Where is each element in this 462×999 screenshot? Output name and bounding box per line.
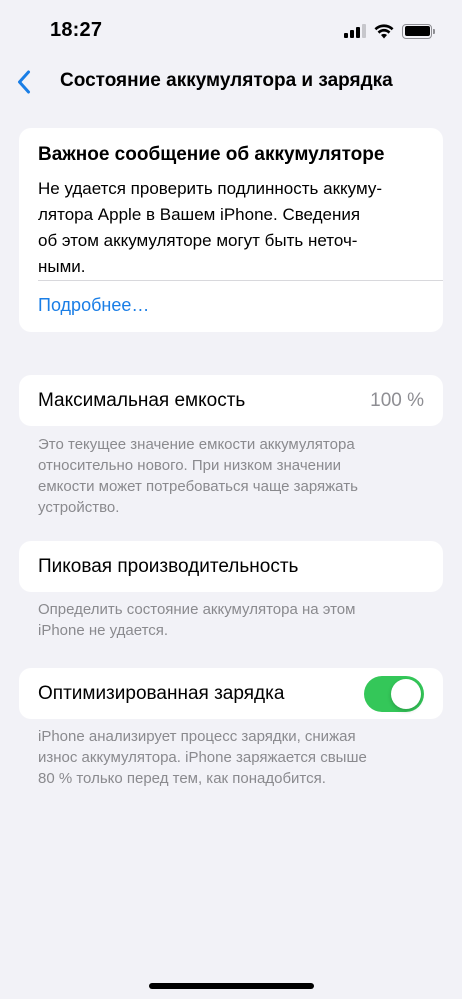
alert-body: Не удается проверить подлинность аккуму-…	[38, 176, 428, 280]
nav-bar: Состояние аккумулятора и зарядка	[0, 62, 462, 102]
status-time: 18:27	[50, 19, 103, 41]
optimized-charging-toggle[interactable]	[364, 676, 424, 712]
home-indicator[interactable]	[149, 983, 314, 989]
battery-icon	[402, 23, 435, 39]
divider	[38, 280, 443, 281]
more-info-link[interactable]: Подробнее…	[38, 295, 149, 316]
peak-performance-label: Пиковая производительность	[38, 556, 299, 577]
max-capacity-value: 100 %	[370, 390, 424, 411]
footnote-line: Это текущее значение емкости аккумулятор…	[38, 436, 355, 453]
optimized-charging-row: Оптимизированная зарядка	[19, 668, 443, 719]
status-icons	[344, 22, 435, 40]
status-bar: 18:27	[0, 0, 462, 62]
chevron-left-icon	[18, 70, 30, 94]
alert-body-line: Не удается проверить подлинность аккуму-	[38, 179, 382, 198]
footnote-line: износ аккумулятора. iPhone заряжается св…	[38, 749, 367, 766]
footnote-line: относительно нового. При низком значении	[38, 457, 342, 474]
footnote-line: Определить состояние аккумулятора на это…	[38, 601, 356, 618]
footnote-line: iPhone не удается.	[38, 622, 169, 639]
footnote-line: емкости может потребоваться чаще заряжат…	[38, 478, 358, 495]
toggle-knob	[391, 679, 421, 709]
max-capacity-footnote: Это текущее значение емкости аккумулятор…	[38, 434, 428, 518]
optimized-charging-label: Оптимизированная зарядка	[38, 683, 285, 704]
alert-body-line: ными.	[38, 257, 86, 276]
alert-title: Важное сообщение об аккумуляторе	[38, 144, 385, 165]
max-capacity-row: Максимальная емкость 100 %	[19, 375, 443, 426]
footnote-line: устройство.	[38, 499, 120, 516]
back-button[interactable]	[6, 64, 42, 100]
wifi-icon	[374, 23, 394, 38]
peak-performance-footnote: Определить состояние аккумулятора на это…	[38, 599, 428, 641]
peak-performance-row: Пиковая производительность	[19, 541, 443, 592]
optimized-charging-footnote: iPhone анализирует процесс зарядки, сниж…	[38, 726, 428, 789]
alert-body-line: об этом аккумуляторе могут быть неточ-	[38, 231, 358, 250]
alert-body-line: лятора Apple в Вашем iPhone. Сведения	[38, 205, 361, 224]
max-capacity-label: Максимальная емкость	[38, 390, 246, 411]
footnote-line: 80 % только перед тем, как понадобится.	[38, 770, 326, 787]
battery-alert-card: Важное сообщение об аккумуляторе Не удае…	[19, 128, 443, 332]
page-title: Состояние аккумулятора и зарядка	[60, 70, 393, 91]
footnote-line: iPhone анализирует процесс зарядки, сниж…	[38, 728, 356, 745]
cellular-signal-icon	[344, 24, 366, 38]
